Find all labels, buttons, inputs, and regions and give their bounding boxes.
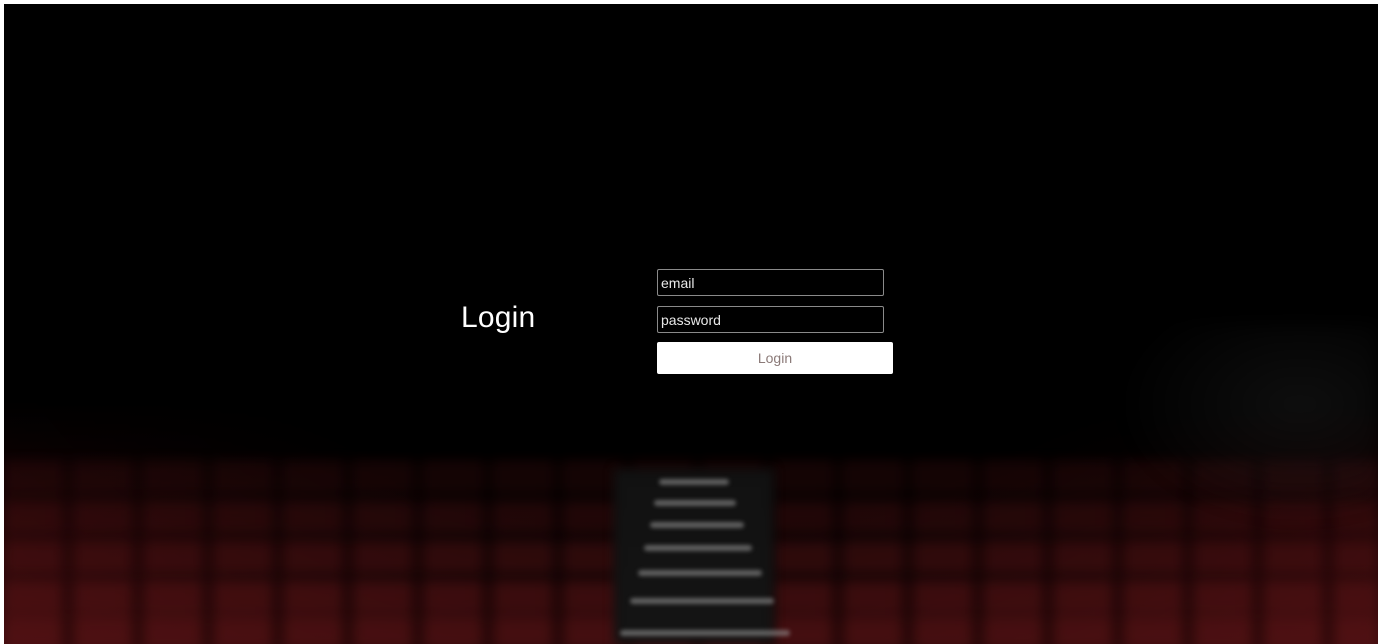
cinema-aisle <box>614 469 774 644</box>
aisle-step <box>630 598 774 604</box>
email-field[interactable] <box>657 269 884 296</box>
login-form: Login <box>657 269 897 374</box>
aisle-step <box>644 545 752 551</box>
login-button[interactable]: Login <box>657 342 893 374</box>
page-title: Login <box>461 301 536 334</box>
background-shadow <box>1118 324 1378 524</box>
aisle-step <box>654 500 736 506</box>
login-screen: Login Login <box>4 4 1378 644</box>
password-field[interactable] <box>657 306 884 333</box>
aisle-step <box>620 630 790 636</box>
aisle-step <box>659 479 729 485</box>
aisle-step <box>650 522 744 528</box>
aisle-step <box>638 570 762 576</box>
